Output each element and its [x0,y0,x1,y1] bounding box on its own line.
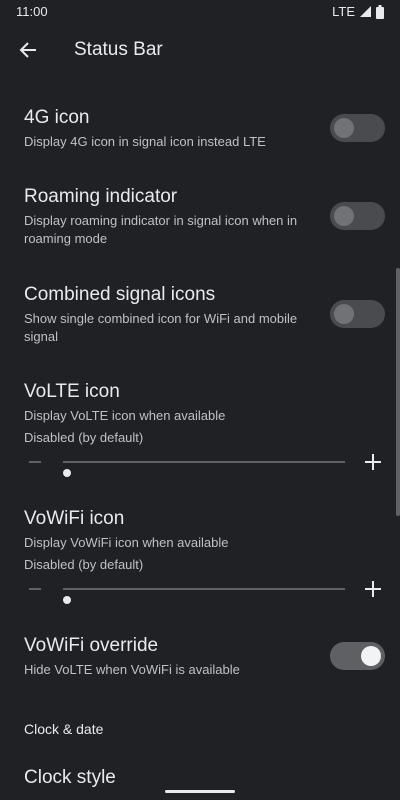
scrollbar[interactable] [396,268,400,516]
4g-icon-switch[interactable] [330,114,385,142]
pref-4g-icon[interactable]: 4G icon Display 4G icon in signal icon i… [0,100,400,168]
gesture-nav-handle[interactable] [165,790,235,793]
pref-title: VoWiFi icon [24,508,125,529]
pref-state: Disabled (by default) [24,557,144,572]
switch-thumb [334,206,354,226]
back-arrow-icon [19,42,36,58]
volte-icon-slider-row [0,450,400,477]
pref-vowifi-icon: VoWiFi icon Display VoWiFi icon when ava… [0,499,400,609]
volte-icon-slider[interactable] [63,461,345,477]
pref-title: 4G icon [24,107,90,128]
pref-title: VoLTE icon [24,381,120,402]
pref-summary: Show single combined icon for WiFi and m… [24,311,298,344]
battery-icon [376,4,384,19]
plus-icon[interactable] [365,454,381,470]
pref-state: Disabled (by default) [24,430,144,445]
switch-thumb [334,118,354,138]
pref-summary: Display VoWiFi icon when available [24,535,229,550]
app-bar: Status Bar [0,24,400,76]
pref-title: Clock style [24,767,116,788]
pref-vowifi-override[interactable]: VoWiFi override Hide VoLTE when VoWiFi i… [0,626,400,692]
pref-summary: Hide VoLTE when VoWiFi is available [24,662,240,677]
plus-icon[interactable] [365,581,381,597]
pref-roaming-indicator[interactable]: Roaming indicator Display roaming indica… [0,178,400,264]
pref-title: VoWiFi override [24,635,159,656]
status-bar: 11:00 LTE [0,0,400,24]
pref-title: Combined signal icons [24,284,216,305]
pref-volte-icon: VoLTE icon Display VoLTE icon when avail… [0,372,400,482]
pref-combined-signal-icons[interactable]: Combined signal icons Show single combin… [0,276,400,362]
network-type-label: LTE [332,4,355,19]
pref-clock-style[interactable]: Clock style [0,758,400,800]
pref-summary: Display 4G icon in signal icon instead L… [24,134,266,149]
category-header: Clock & date [24,721,104,737]
page-title: Status Bar [74,39,163,60]
minus-icon[interactable] [29,588,41,590]
pref-summary: Display roaming indicator in signal icon… [24,213,298,246]
status-icons: LTE [332,4,384,19]
signal-icon [360,6,371,17]
back-button[interactable] [12,34,44,66]
roaming-indicator-switch[interactable] [330,202,385,230]
slider-thumb[interactable] [63,469,71,477]
minus-icon[interactable] [29,461,41,463]
combined-signal-icons-switch[interactable] [330,300,385,328]
vowifi-icon-slider-row [0,577,400,604]
pref-title: Roaming indicator [24,186,178,207]
switch-thumb [361,646,381,666]
vowifi-override-switch[interactable] [330,642,385,670]
pref-summary: Display VoLTE icon when available [24,408,226,423]
vowifi-icon-slider[interactable] [63,588,345,604]
switch-thumb [334,304,354,324]
status-time: 11:00 [16,4,48,19]
slider-thumb[interactable] [63,596,71,604]
